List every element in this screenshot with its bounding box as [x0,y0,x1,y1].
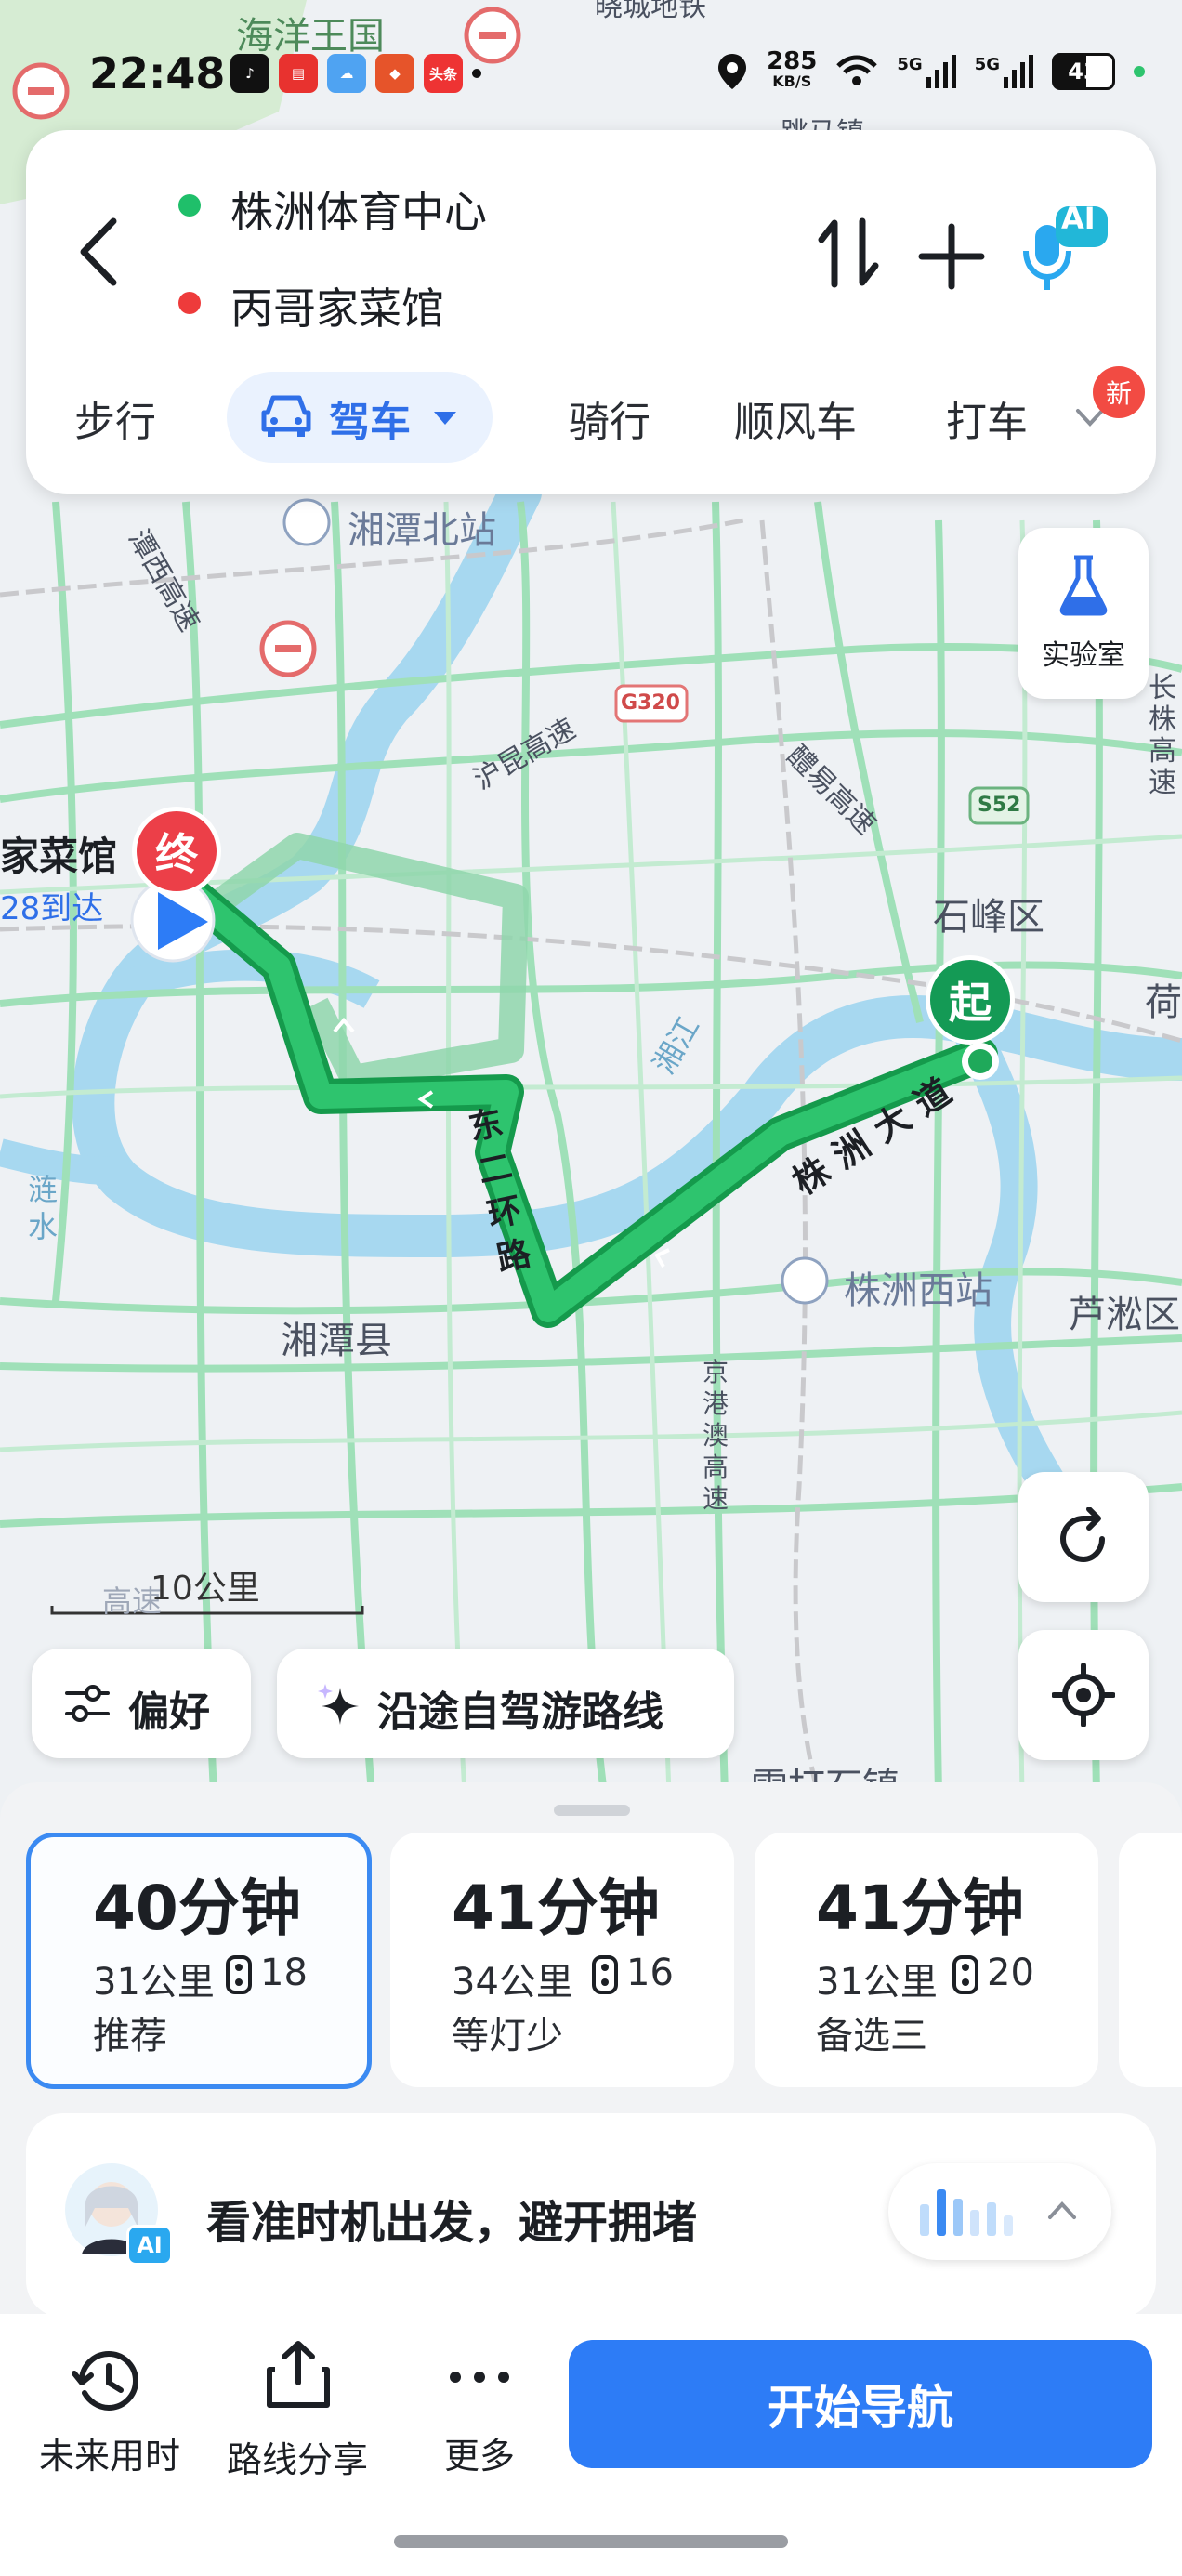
sparkle-icon [318,1684,359,1725]
self-drive-label: 沿途自驾游路线 [377,1689,663,1736]
game-app-icon: ◆ [375,54,414,93]
refresh-icon [1059,1507,1105,1563]
map-label-jinggangao: 京港澳高速 [703,1357,729,1514]
tab-bike[interactable]: 骑行 [569,388,650,448]
map-label-he: 荷 [1145,981,1182,1024]
traffic-light-icon [952,1955,978,1994]
status-bar: 22:48 ♪ ▤ ☁ ◆ 头条 285 KB/S 5G 5G 43 [0,0,1182,149]
route-1-time: 40分钟 [93,1873,301,1944]
lab-label: 实验室 [1042,639,1125,672]
departure-bars-icon [920,2189,1013,2236]
net-speed-value: 285 [767,47,818,75]
origin-field[interactable]: 株洲体育中心 [230,178,487,240]
map-label-shifeng: 石峰区 [933,896,1044,939]
end-marker[interactable]: 终 [132,807,221,896]
traffic-light-icon [592,1955,618,1994]
route-3-lights: 20 [987,1952,1034,1994]
home-indicator[interactable] [394,2535,788,2548]
river-label-lianshui: 涟水 [28,1172,59,1244]
tab-walk[interactable]: 步行 [74,388,156,448]
map-label-xiangtan-north: 湘潭北站 [348,509,496,552]
ai-badge: AI [1061,201,1096,236]
map-label-s52: S52 [978,794,1021,817]
battery-icon: 43 [1052,53,1115,90]
map-scale-label: 10公里 [151,1570,260,1608]
destination-eta-label: 28到达 [0,890,104,927]
route-card-4-partial[interactable] [1119,1833,1182,2087]
sheet-handle[interactable] [554,1805,630,1816]
flask-icon [1059,555,1108,616]
traffic-light-icon [226,1955,252,1994]
origin-dot-icon [178,194,201,217]
share-icon[interactable] [262,2338,335,2412]
more-notifications-dot [472,69,481,78]
net-speed: 285 KB/S [767,47,818,92]
car-icon [261,395,311,437]
news-app-icon: ▤ [279,54,318,93]
map-label-g320: G320 [621,691,680,715]
status-time: 22:48 [89,48,226,99]
map-label-lusong: 芦淞区 [1069,1294,1180,1336]
drive-dropdown-icon[interactable] [431,409,459,427]
tab-taxi[interactable]: 打车 [946,388,1028,448]
toutiao-icon: 头条 [424,54,463,93]
preference-label: 偏好 [128,1689,210,1736]
status-right: 285 KB/S 5G 5G 43 [716,47,1145,92]
tiktok-icon: ♪ [230,54,269,93]
map-label-xiangtan-county: 湘潭县 [281,1320,392,1362]
new-badge: 新 [1093,366,1145,418]
more-dots-icon[interactable] [442,2359,517,2396]
wifi-icon [836,55,878,85]
destination-name-label: 家菜馆 [0,834,118,879]
network-type-1: 5G [897,55,923,74]
start-navigation-button[interactable]: 开始导航 [569,2340,1152,2468]
map-label-zhuzhou-west: 株洲西站 [844,1269,992,1312]
map-label-changzhu: 长株高速 [1149,672,1176,799]
add-waypoint-icon[interactable] [916,221,987,292]
destination-dot-icon [178,292,201,314]
battery-level: 43 [1068,59,1099,85]
destination-field[interactable]: 丙哥家菜馆 [230,275,444,336]
notification-icons: ♪ ▤ ☁ ◆ 头条 [230,54,481,93]
network-type-2: 5G [974,55,1000,74]
tab-carpool[interactable]: 顺风车 [734,388,857,448]
location-icon [718,54,747,89]
route-3-tag: 备选三 [816,2015,927,2057]
route-2-distance: 34公里 [452,1961,573,2004]
more-label[interactable]: 更多 [424,2427,535,2478]
route-2-lights: 16 [626,1952,674,1994]
signal-2: 5G [975,55,1033,88]
back-arrow-icon[interactable] [67,210,132,294]
ai-suggestion-text: 看准时机出发，避开拥堵 [206,2197,698,2249]
preference-sliders-icon [65,1685,110,1722]
clock-history-icon[interactable] [71,2344,145,2418]
route-1-lights: 18 [260,1952,308,1994]
weather-icon: ☁ [327,54,366,93]
start-marker[interactable]: 起 [926,955,1015,1045]
share-route-label[interactable]: 路线分享 [223,2431,372,2482]
route-2-time: 41分钟 [452,1873,660,1944]
route-1-tag: 推荐 [93,2015,167,2057]
route-1-distance: 31公里 [93,1961,215,2004]
future-time-label[interactable]: 未来用时 [35,2427,184,2478]
ai-avatar-badge: AI [126,2225,173,2266]
signal-1: 5G [897,55,956,88]
route-2-tag: 等灯少 [452,2015,563,2057]
charging-dot [1134,66,1145,77]
tab-drive-label: 驾车 [329,399,411,446]
route-3-distance: 31公里 [816,1961,938,2004]
locate-icon [1052,1663,1115,1727]
route-3-time: 41分钟 [816,1873,1024,1944]
chevron-up-icon [1048,2201,1076,2219]
swap-icon[interactable] [816,216,883,290]
net-speed-unit: KB/S [772,72,812,90]
